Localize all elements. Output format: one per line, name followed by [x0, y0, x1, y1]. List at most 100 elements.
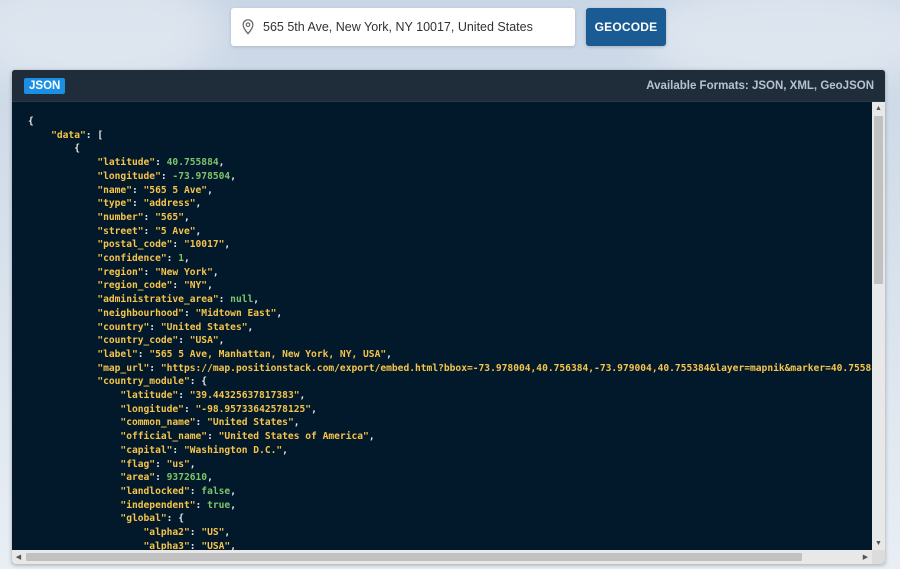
- address-search-box[interactable]: [231, 8, 575, 46]
- json-response-code[interactable]: { "data": [ { "latitude": 40.755884, "lo…: [12, 102, 872, 550]
- json-punctuation: :: [172, 239, 184, 251]
- scroll-up-arrow-icon[interactable]: ▲: [872, 102, 885, 115]
- json-key: "data": [51, 129, 86, 141]
- json-punctuation: [28, 404, 120, 415]
- code-line: "map_url": "https://map.positionstack.co…: [28, 362, 872, 376]
- json-key: "name": [97, 184, 132, 196]
- json-punctuation: :: [131, 184, 144, 196]
- json-value: true: [207, 499, 231, 511]
- json-punctuation: ,: [195, 225, 202, 237]
- code-line: "global": {: [28, 512, 872, 526]
- json-format-badge[interactable]: JSON: [24, 77, 66, 94]
- json-punctuation: :: [183, 307, 196, 319]
- json-punctuation: {: [28, 116, 34, 127]
- json-value: 9372610: [166, 472, 208, 484]
- json-punctuation: [28, 431, 120, 442]
- json-punctuation: [28, 363, 97, 374]
- vertical-scrollbar[interactable]: ▲ ▼: [872, 102, 885, 550]
- json-punctuation: ,: [282, 444, 288, 456]
- scroll-right-arrow-icon[interactable]: ▶: [859, 550, 872, 564]
- json-key: "confidence": [97, 253, 167, 265]
- code-line: "alpha3": "USA",: [28, 540, 872, 550]
- json-key: "longitude": [97, 170, 161, 182]
- code-line: "longitude": -73.978504,: [28, 170, 872, 184]
- geocode-button[interactable]: GEOCODE: [586, 8, 666, 46]
- json-punctuation: [28, 157, 97, 168]
- json-key: "latitude": [120, 390, 179, 402]
- json-punctuation: :: [143, 266, 156, 278]
- horizontal-scrollbar[interactable]: ◀ ▶: [12, 550, 872, 564]
- json-key: "longitude": [120, 403, 184, 415]
- json-punctuation: ,: [299, 390, 306, 402]
- json-punctuation: ,: [218, 157, 225, 169]
- json-value: "US": [201, 527, 225, 539]
- json-punctuation: [28, 527, 144, 538]
- json-punctuation: :: [183, 403, 196, 415]
- code-line: "street": "5 Ave",: [28, 225, 872, 239]
- scroll-left-arrow-icon[interactable]: ◀: [12, 550, 25, 564]
- json-punctuation: :: [160, 170, 173, 182]
- json-punctuation: [28, 280, 97, 291]
- json-key: "administrative_area": [97, 294, 219, 306]
- scroll-down-arrow-icon[interactable]: ▼: [872, 537, 885, 550]
- code-line: "capital": "Washington D.C.",: [28, 444, 872, 458]
- json-key: "official_name": [120, 431, 208, 443]
- json-value: "Washington D.C.": [183, 444, 283, 456]
- code-line: "region": "New York",: [28, 266, 872, 280]
- code-line: "data": [: [28, 129, 872, 143]
- json-punctuation: :: [218, 294, 231, 306]
- json-punctuation: [28, 376, 97, 387]
- json-value: "Midtown East": [195, 307, 277, 319]
- json-punctuation: :: [189, 527, 202, 539]
- json-key: "global": [120, 513, 167, 525]
- geocode-search-bar: GEOCODE: [231, 8, 666, 46]
- json-punctuation: [28, 308, 97, 319]
- json-punctuation: :: [166, 253, 179, 265]
- json-value: "39.44325637817383": [189, 390, 300, 402]
- json-punctuation: [28, 226, 97, 237]
- json-punctuation: ,: [247, 321, 254, 333]
- address-input[interactable]: [263, 20, 563, 34]
- horizontal-scroll-thumb[interactable]: [26, 553, 802, 561]
- json-key: "common_name": [120, 417, 196, 429]
- code-line: "latitude": 40.755884,: [28, 156, 872, 170]
- code-line: "latitude": "39.44325637817383",: [28, 389, 872, 403]
- json-punctuation: [28, 239, 97, 250]
- json-value: "565 5 Ave, Manhattan, New York, NY, USA…: [149, 348, 387, 360]
- code-line: "administrative_area": null,: [28, 293, 872, 307]
- code-line: "alpha2": "US",: [28, 526, 872, 540]
- json-punctuation: [28, 130, 51, 141]
- json-punctuation: ,: [253, 294, 260, 306]
- code-line: "country_module": {: [28, 375, 872, 389]
- scrollbar-corner: [872, 550, 885, 564]
- json-punctuation: ,: [386, 348, 392, 360]
- json-punctuation: ,: [230, 499, 236, 511]
- json-punctuation: [28, 349, 97, 360]
- json-punctuation: :: [178, 390, 190, 402]
- code-line: {: [28, 115, 872, 129]
- code-line: "neighbourhood": "Midtown East",: [28, 307, 872, 321]
- response-panel: JSON Available Formats: JSON, XML, GeoJS…: [12, 70, 885, 564]
- json-value: -73.978504: [172, 170, 231, 182]
- json-punctuation: :: [172, 444, 184, 456]
- json-punctuation: : [: [85, 129, 104, 141]
- json-punctuation: ,: [212, 266, 219, 278]
- code-line: "area": 9372610,: [28, 471, 872, 485]
- code-line: "country_code": "USA",: [28, 334, 872, 348]
- json-punctuation: :: [207, 431, 219, 443]
- json-punctuation: :: [155, 157, 167, 169]
- json-punctuation: : {: [189, 376, 208, 388]
- json-value: "10017": [183, 239, 225, 251]
- code-line: "label": "565 5 Ave, Manhattan, New York…: [28, 348, 872, 362]
- json-key: "latitude": [97, 157, 156, 169]
- json-punctuation: :: [195, 499, 208, 511]
- vertical-scroll-thumb[interactable]: [874, 116, 883, 284]
- json-punctuation: ,: [368, 431, 375, 443]
- code-line: "longitude": "-98.95733642578125",: [28, 403, 872, 417]
- json-punctuation: ,: [224, 527, 231, 539]
- json-punctuation: [28, 500, 120, 511]
- json-punctuation: :: [155, 472, 167, 484]
- map-pin-icon: [242, 19, 254, 35]
- json-punctuation: [28, 322, 97, 333]
- json-punctuation: [28, 390, 120, 401]
